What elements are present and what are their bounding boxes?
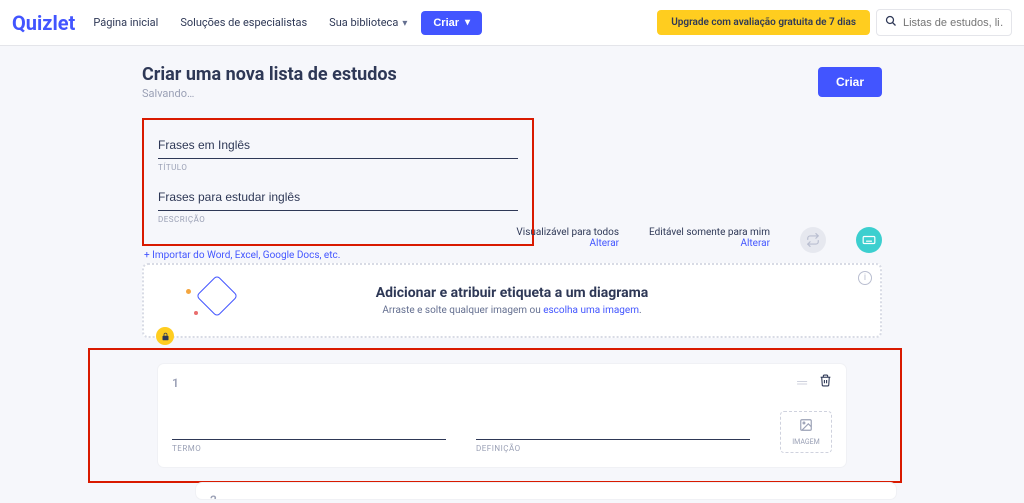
search-icon — [885, 15, 897, 30]
diagram-title: Adicionar e atribuir etiqueta a um diagr… — [164, 285, 860, 301]
nav-create-label: Criar — [433, 17, 459, 29]
image-icon — [798, 418, 814, 436]
visibility-edit-change[interactable]: Alterar — [649, 238, 770, 249]
visibility-edit-block: Editável somente para mim Alterar — [649, 227, 770, 249]
set-description-input[interactable] — [158, 184, 518, 211]
definition-input-col: DEFINIÇÃO — [476, 420, 750, 453]
nav-solutions[interactable]: Soluções de especialistas — [172, 16, 315, 29]
drag-handle-icon[interactable]: ═ — [797, 374, 805, 391]
lock-icon — [156, 327, 174, 345]
diagram-sub-suffix: . — [639, 305, 642, 316]
search-box[interactable] — [876, 9, 1012, 36]
decorative-dot-icon — [194, 311, 198, 315]
term-input[interactable] — [172, 420, 446, 440]
choose-image-link[interactable]: escolha uma imagem — [543, 305, 639, 316]
term-header: 1 ═ — [158, 364, 846, 401]
create-set-button[interactable]: Criar — [818, 67, 882, 97]
delete-term-icon[interactable] — [819, 374, 832, 391]
info-icon[interactable]: i — [858, 271, 872, 285]
image-slot-label: IMAGEM — [792, 438, 819, 446]
visibility-view-block: Visualizável para todos Alterar — [516, 227, 619, 249]
decorative-dot-icon — [186, 289, 191, 294]
term-card-2: 2 — [196, 483, 896, 499]
term-label: TERMO — [172, 444, 446, 453]
swap-button[interactable] — [800, 227, 826, 253]
add-image-slot[interactable]: IMAGEM — [780, 411, 832, 453]
upgrade-button[interactable]: Upgrade com avaliação gratuita de 7 dias — [657, 10, 870, 35]
keyboard-button[interactable] — [856, 227, 882, 253]
page-title: Criar uma nova lista de estudos — [142, 64, 397, 85]
term-number: 2 — [210, 493, 882, 499]
nav-library[interactable]: Sua biblioteca — [321, 16, 415, 29]
page-title-row: Criar uma nova lista de estudos Salvando… — [142, 64, 882, 100]
diagram-card: i Adicionar e atribuir etiqueta a um dia… — [142, 263, 882, 338]
set-title-input[interactable] — [158, 132, 518, 159]
app-header: Quizlet Página inicial Soluções de espec… — [0, 0, 1024, 46]
chevron-down-icon: ▾ — [465, 17, 470, 28]
definition-input[interactable] — [476, 420, 750, 440]
desc-label: DESCRIÇÃO — [158, 215, 518, 224]
main-content: Criar uma nova lista de estudos Salvando… — [142, 46, 882, 499]
desc-field-group: DESCRIÇÃO — [158, 184, 518, 224]
term-card-1: 1 ═ TERMO DEFINIÇÃO — [158, 364, 846, 467]
title-field-group: TÍTULO — [158, 132, 518, 172]
title-label: TÍTULO — [158, 163, 518, 172]
visibility-edit-label: Editável somente para mim — [649, 227, 770, 238]
search-input[interactable] — [903, 17, 1003, 29]
term-input-col: TERMO — [172, 420, 446, 453]
terms-box: 1 ═ TERMO DEFINIÇÃO — [88, 348, 902, 483]
definition-label: DEFINIÇÃO — [476, 444, 750, 453]
nav-home[interactable]: Página inicial — [85, 16, 166, 29]
logo[interactable]: Quizlet — [12, 11, 75, 35]
visibility-view-change[interactable]: Alterar — [516, 238, 619, 249]
visibility-view-label: Visualizável para todos — [516, 227, 619, 238]
saving-status: Salvando… — [142, 87, 397, 100]
nav-create-button[interactable]: Criar ▾ — [421, 11, 482, 35]
diagram-subtitle: Arraste e solte qualquer imagem ou escol… — [164, 305, 860, 316]
term-number: 1 — [172, 376, 179, 390]
diagram-sub-prefix: Arraste e solte qualquer imagem ou — [382, 305, 543, 316]
